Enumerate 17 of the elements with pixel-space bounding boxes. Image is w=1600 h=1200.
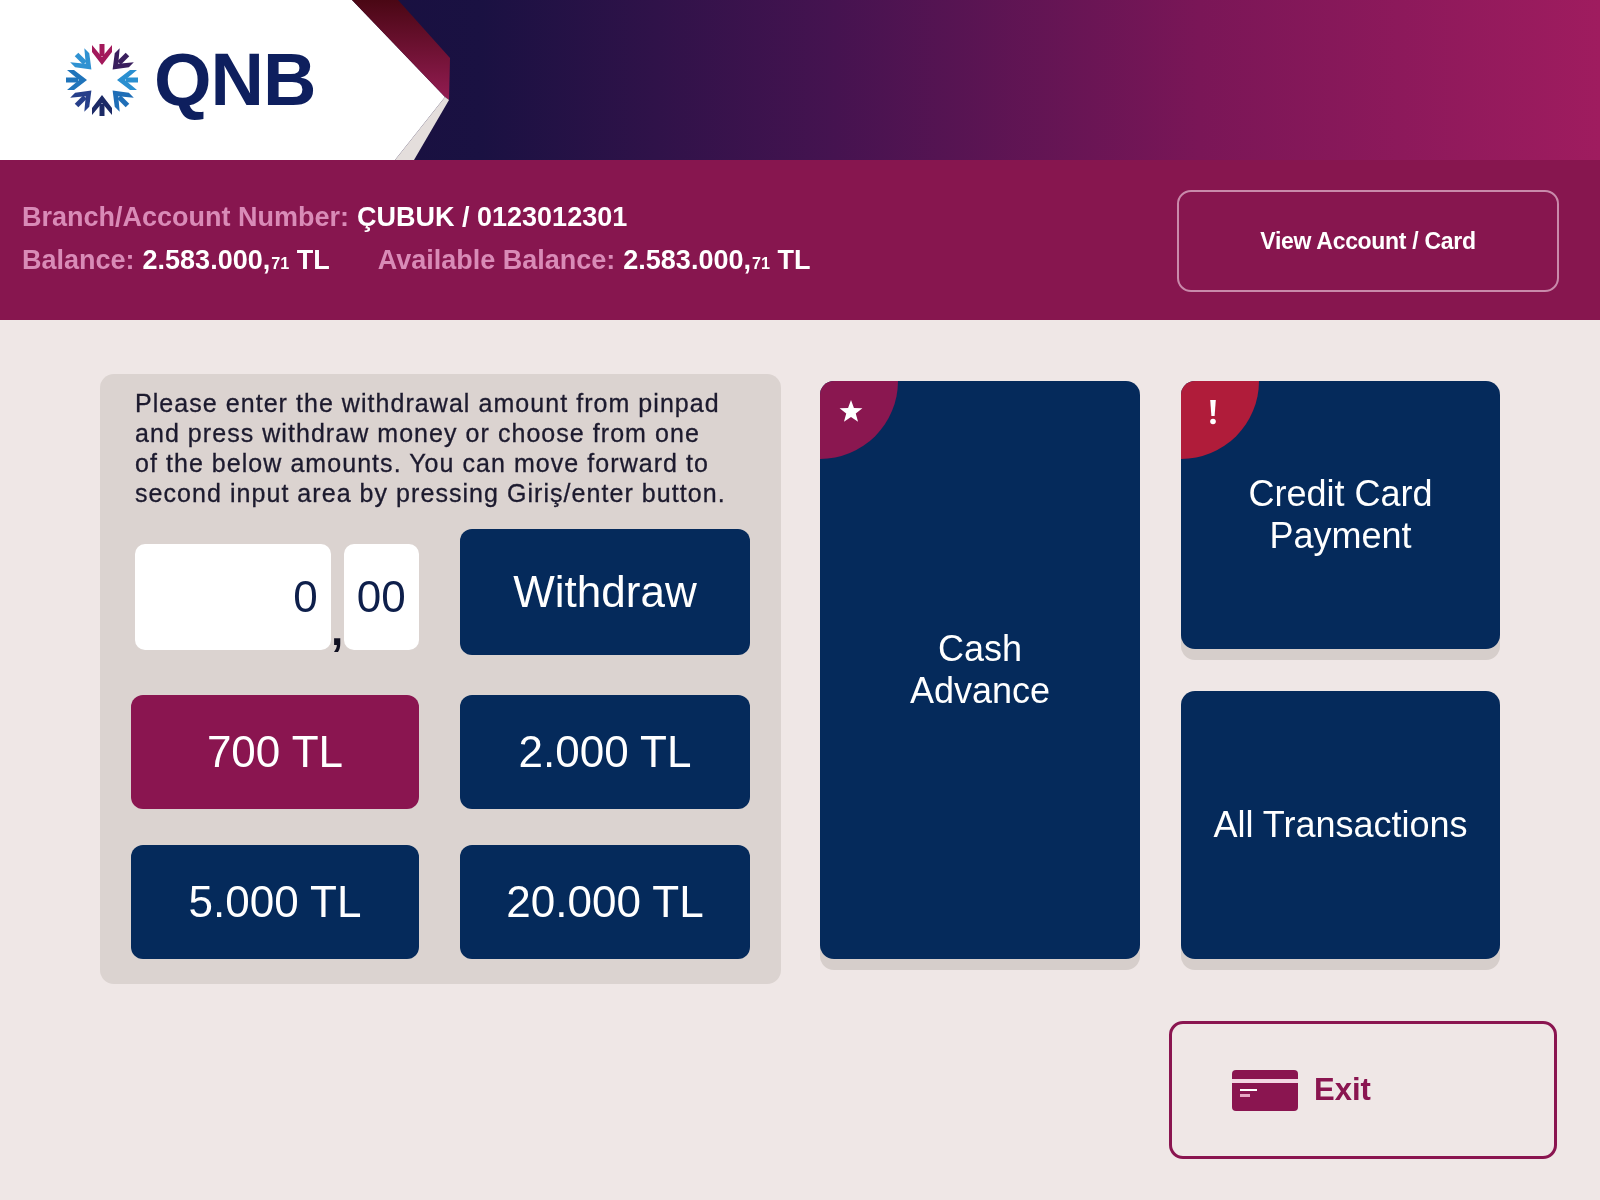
asterisk-logo-icon [66,44,138,116]
field-value: ÇUBUK / 0123012301 [357,201,628,232]
decimal-separator: , [330,608,344,652]
withdraw-button[interactable]: Withdraw [460,529,750,655]
credit-card-icon [1232,1069,1298,1111]
decimals-field[interactable]: 00 [343,544,419,650]
amount-button[interactable]: 700 TL [131,695,419,809]
exit-button[interactable]: Exit [1169,1021,1557,1159]
field-label: Balance: [22,244,135,275]
amount-button[interactable]: 5.000 TL [131,845,419,959]
view-account-button[interactable]: View Account / Card [1177,190,1559,292]
field-label: Available Balance: [377,244,616,275]
instruction-text: Please enter the withdrawal amount from pinpad and press withdraw money or choose from one of the below amounts. You can move forward to second input area by pressing Giriş/enter button. [135,388,727,508]
field-label: Branch/Account Number: [22,201,350,232]
amount-field[interactable]: 0 [135,544,331,650]
amount-button[interactable]: 20.000 TL [460,845,750,959]
amount-button[interactable]: 2.000 TL [460,695,750,809]
